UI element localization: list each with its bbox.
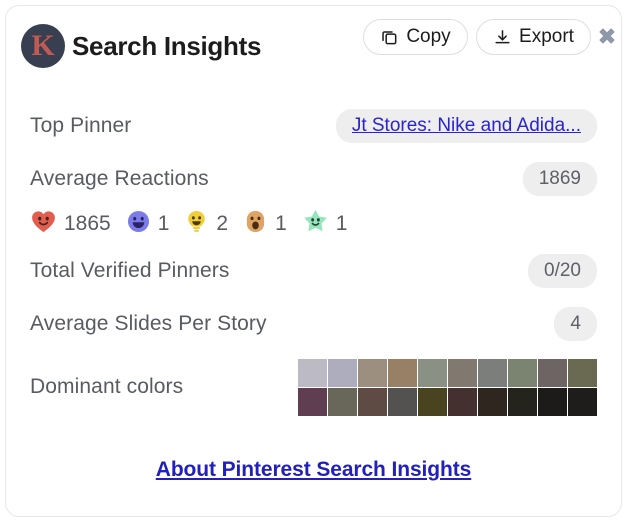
- wow-reaction-icon: [243, 209, 268, 239]
- reaction-breakdown: 1865 1 2 1 1: [30, 206, 362, 242]
- row-label-top-pinner: Top Pinner: [30, 114, 132, 137]
- row-label-average-reactions: Average Reactions: [30, 167, 209, 190]
- average-reactions-value: 1869: [522, 162, 597, 196]
- laugh-reaction-icon: [126, 209, 151, 239]
- total-verified-pinners-value: 0/20: [528, 254, 597, 288]
- color-swatch: [388, 387, 417, 416]
- row-label-total-verified-pinners: Total Verified Pinners: [30, 259, 230, 282]
- color-swatch: [478, 358, 507, 387]
- top-pinner-link[interactable]: Jt Stores: Nike and Adida...: [352, 115, 581, 137]
- reaction-count-heart: 1865: [64, 212, 111, 235]
- color-swatch: [298, 387, 327, 416]
- card-footer: About Pinterest Search Insights: [6, 458, 621, 482]
- dominant-colors-grid: [298, 358, 597, 416]
- reaction-item-heart: 1865: [30, 208, 111, 240]
- about-search-insights-link[interactable]: About Pinterest Search Insights: [156, 458, 472, 481]
- reaction-count-star: 1: [335, 212, 348, 235]
- copy-button-label: Copy: [406, 26, 451, 47]
- color-swatch: [328, 387, 357, 416]
- average-slides-per-story-value: 4: [554, 307, 597, 341]
- download-icon: [493, 28, 512, 47]
- reaction-count-wow: 1: [275, 212, 287, 235]
- row-average-slides-per-story: Average Slides Per Story 4: [30, 304, 597, 344]
- export-button-label: Export: [519, 26, 574, 47]
- copy-button[interactable]: Copy: [363, 19, 468, 55]
- row-label-dominant-colors: Dominant colors: [30, 375, 184, 398]
- reaction-count-laugh: 1: [157, 212, 170, 235]
- row-label-average-slides-per-story: Average Slides Per Story: [30, 312, 267, 335]
- color-swatch: [478, 387, 507, 416]
- color-swatch: [388, 358, 417, 387]
- reaction-item-lightbulb: 2: [184, 209, 228, 239]
- color-swatch: [358, 358, 387, 387]
- color-swatch: [568, 358, 597, 387]
- search-insights-card: K Search Insights Copy Export Top Pinner…: [5, 5, 622, 517]
- color-swatch: [418, 387, 447, 416]
- color-swatch: [358, 387, 387, 416]
- close-icon[interactable]: [595, 24, 619, 48]
- color-swatch: [538, 387, 567, 416]
- row-top-pinner: Top Pinner Jt Stores: Nike and Adida...: [30, 106, 597, 146]
- color-swatch: [538, 358, 567, 387]
- lightbulb-reaction-icon: [184, 209, 209, 239]
- reaction-item-wow: 1: [243, 209, 287, 239]
- color-swatch: [508, 358, 537, 387]
- page-title: Search Insights: [72, 31, 262, 61]
- color-swatch: [418, 358, 447, 387]
- heart-reaction-icon: [30, 208, 57, 240]
- color-swatch: [508, 387, 537, 416]
- color-swatch: [448, 358, 477, 387]
- color-swatch: [568, 387, 597, 416]
- reaction-item-laugh: 1: [126, 209, 170, 239]
- card-header: K Search Insights Copy Export: [6, 6, 621, 78]
- copy-icon: [380, 28, 399, 47]
- reaction-item-star: 1: [302, 208, 348, 240]
- row-total-verified-pinners: Total Verified Pinners 0/20: [30, 251, 597, 291]
- reaction-count-lightbulb: 2: [216, 212, 229, 235]
- color-swatch: [298, 358, 327, 387]
- export-button[interactable]: Export: [476, 19, 591, 55]
- app-logo: K: [21, 24, 65, 68]
- star-reaction-icon: [302, 208, 329, 240]
- color-swatch: [448, 387, 477, 416]
- row-average-reactions: Average Reactions 1869: [30, 159, 597, 199]
- row-dominant-colors: Dominant colors: [30, 358, 597, 416]
- top-pinner-badge[interactable]: Jt Stores: Nike and Adida...: [335, 109, 597, 143]
- color-swatch: [328, 358, 357, 387]
